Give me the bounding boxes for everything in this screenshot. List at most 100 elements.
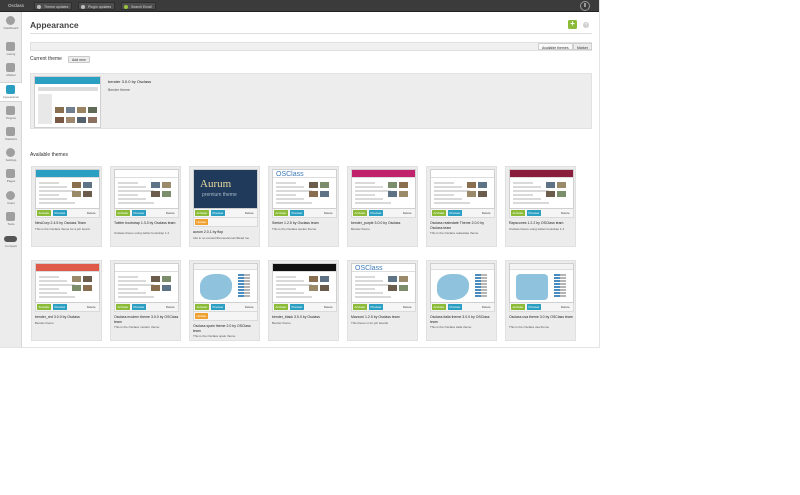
preview-button[interactable]: Preview [369,210,383,216]
delete-button[interactable]: Delete [559,304,571,310]
add-button[interactable]: + [568,20,577,29]
delete-button[interactable]: Delete [164,304,176,310]
theme-name: NewCorp 2.4.5 by Osclass Team [35,221,86,225]
preview-button[interactable]: Preview [211,304,225,310]
preview-button[interactable]: Preview [53,304,67,310]
theme-card: OSClass Activate Preview Delete Mazzoni 1.2.… [347,260,418,341]
activate-button[interactable]: Activate [353,304,367,310]
thumb-text-line [355,190,391,192]
sidebar-item-market[interactable]: Market [0,61,22,81]
delete-button[interactable]: Delete [243,304,255,310]
theme-updates-button[interactable]: Theme updates [34,2,73,10]
preview-button[interactable]: Preview [290,304,304,310]
preview-button[interactable]: Preview [290,210,304,216]
preview-button[interactable]: Preview [527,304,541,310]
theme-card: Activate Preview Delete NewCorp 2.4.5 by Os… [31,166,102,247]
activate-button[interactable]: Activate [432,210,446,216]
help-icon[interactable]: ? [583,22,589,28]
theme-screenshot [193,263,258,303]
thumb-photo [320,191,329,197]
sidebar-item-dashboard[interactable]: Dashboard [0,14,22,34]
tab-market[interactable]: Market [573,43,592,50]
screenshot-photo [77,107,86,113]
delete-button[interactable]: Delete [85,210,97,216]
delete-button[interactable]: Delete [164,210,176,216]
thumb-list-line [554,289,560,291]
delete-button[interactable]: Delete [401,304,413,310]
delete-button[interactable]: Delete [559,210,571,216]
tab-available-themes[interactable]: Available themes [538,43,573,50]
delete-button[interactable]: Delete [401,210,413,216]
activate-button[interactable]: Activate [37,304,51,310]
thumb-list-line [475,274,481,276]
thumb-text-line [39,296,75,298]
sidebar-item-compact[interactable]: Compact [0,232,22,252]
preview-button[interactable]: Preview [53,210,67,216]
thumb-photo [546,182,555,188]
thumb-photo [151,285,160,291]
delete-button[interactable]: Delete [243,210,255,216]
thumb-photo [309,191,318,197]
admin-window: Osclass Theme updates Plugin updates Sea… [0,0,600,348]
update-button[interactable]: Update [195,313,208,319]
preview-button[interactable]: Preview [211,210,225,216]
screenshot-photo [88,117,97,123]
thumb-subtitle: premium theme [202,192,237,198]
theme-screenshot: Aurum premium theme [193,169,258,209]
activate-button[interactable]: Activate [116,210,130,216]
activate-button[interactable]: Activate [353,210,367,216]
activate-button[interactable]: Activate [274,210,288,216]
page-title: Appearance [30,20,79,30]
main-content: Appearance + ? Available themes Market C… [22,12,599,347]
current-theme-heading: Current theme [30,56,62,62]
add-new-button[interactable]: Add new [68,56,90,63]
thumb-map [516,274,548,300]
delete-button[interactable]: Delete [480,210,492,216]
power-icon[interactable] [580,1,590,11]
theme-updates-label: Theme updates [44,4,69,9]
theme-card: Activate Preview Delete bender_red 3.0.0 by… [31,260,102,341]
preview-button[interactable]: Preview [132,210,146,216]
sidebar-item-pages[interactable]: Pages [0,167,22,187]
brand-link[interactable]: Osclass [8,3,24,8]
thumb-list-line [238,277,244,279]
preview-button[interactable]: Preview [132,304,146,310]
thumb-photo [388,276,397,282]
thumb-text-line [513,194,533,196]
activate-button[interactable]: Activate [432,304,446,310]
delete-button[interactable]: Delete [322,210,334,216]
preview-button[interactable]: Preview [448,304,462,310]
activate-button[interactable]: Activate [116,304,130,310]
delete-button[interactable]: Delete [480,304,492,310]
search-email-button[interactable]: Search Email [121,2,156,10]
theme-name: Rapscones 1.2.2 by OSClass team [509,221,564,225]
delete-button[interactable]: Delete [322,304,334,310]
theme-actions: Activate Preview Delete [430,303,495,312]
plugin-updates-button[interactable]: Plugin updates [78,2,116,10]
sidebar-item-plugins[interactable]: Plugins [0,104,22,124]
activate-button[interactable]: Activate [274,304,288,310]
update-button[interactable]: Update [195,219,208,225]
preview-button[interactable]: Preview [448,210,462,216]
screenshot-photo [55,107,64,113]
sidebar-item-listing[interactable]: Listing [0,40,22,60]
activate-button[interactable]: Activate [195,210,209,216]
sidebar-item-settings[interactable]: Settings [0,146,22,166]
tabs-bar: Available themes Market [30,42,592,51]
delete-button[interactable]: Delete [85,304,97,310]
theme-card: Activate Preview Delete Twitter bootstrap 1… [110,166,181,247]
preview-button[interactable]: Preview [527,210,541,216]
sidebar-item-statistics[interactable]: Statistics [0,125,22,145]
activate-button[interactable]: Activate [37,210,51,216]
activate-button[interactable]: Activate [511,304,525,310]
activate-button[interactable]: Activate [511,210,525,216]
sidebar-item-users[interactable]: Users [0,189,22,209]
screenshot-photo [66,117,75,123]
sidebar-item-tools[interactable]: Tools [0,210,22,230]
thumb-list-line [238,274,244,276]
preview-button[interactable]: Preview [369,304,383,310]
activate-button[interactable]: Activate [195,304,209,310]
thumb-text-line [355,280,383,282]
sidebar-item-label: Settings [5,158,17,162]
sidebar-item-appearance[interactable]: Appearance [0,82,22,102]
